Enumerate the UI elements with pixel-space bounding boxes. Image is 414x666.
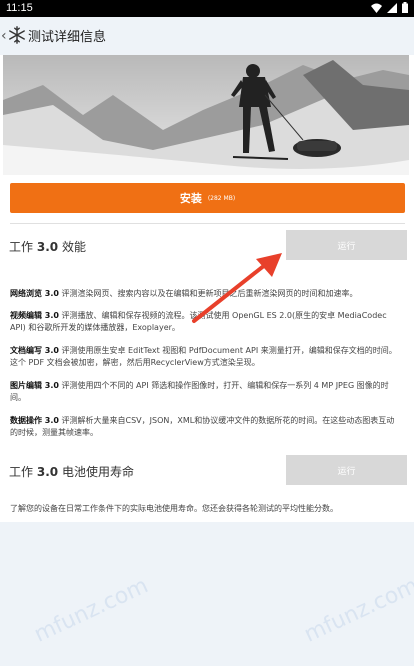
work-title-prefix: 工作 xyxy=(9,240,34,254)
work-item-data-name: 数据操作 3.0 xyxy=(10,416,59,425)
app-bar: ‹ 测试详细信息 xyxy=(0,17,414,55)
back-arrow-icon[interactable]: ‹ xyxy=(1,28,7,44)
work-item-writing-text: 评测使用原生安卓 EditText 视图和 PdfDocument API 来测… xyxy=(10,346,397,367)
work-run-label: 运行 xyxy=(337,241,356,252)
battery-section-title: 工作 3.0 电池使用寿命 xyxy=(9,463,134,480)
work-title-version: 3.0 xyxy=(36,240,59,254)
work-item-data-text: 评测解析大量来自CSV，JSON，XML和协议缓冲文件的数据所花的时间。在这些动… xyxy=(10,416,395,437)
work-section-title: 工作 3.0 效能 xyxy=(9,238,86,255)
divider xyxy=(10,223,405,224)
snowflake-app-icon xyxy=(9,26,25,44)
work-item-video-name: 视频编辑 3.0 xyxy=(10,311,59,320)
work-item-writing: 文档编写 3.0 评测使用原生安卓 EditText 视图和 PdfDocume… xyxy=(10,345,402,369)
battery-description: 了解您的设备在日常工作条件下的实际电池使用寿命。您还会获得各轮测试的平均性能分数… xyxy=(10,504,338,513)
install-size: (282 MB) xyxy=(207,194,236,202)
status-bar: 11:15 xyxy=(0,0,414,17)
work-run-button[interactable]: 运行 xyxy=(286,230,407,260)
work-item-writing-name: 文档编写 3.0 xyxy=(10,346,59,355)
install-button[interactable]: 安装 (282 MB) xyxy=(10,183,405,213)
work-title-suffix: 效能 xyxy=(61,240,86,254)
work-item-web-name: 网络浏览 3.0 xyxy=(10,289,59,298)
work-item-data: 数据操作 3.0 评测解析大量来自CSV，JSON，XML和协议缓冲文件的数据所… xyxy=(10,415,402,439)
status-time: 11:15 xyxy=(6,2,33,14)
signal-icon xyxy=(387,2,397,13)
install-label: 安装 xyxy=(179,192,202,205)
page-title: 测试详细信息 xyxy=(28,30,107,45)
watermark-right: mfunz.com xyxy=(300,573,414,648)
watermark-left: mfunz.com xyxy=(30,573,153,648)
battery-icon xyxy=(402,2,408,13)
status-icons xyxy=(371,2,408,13)
wifi-icon xyxy=(371,3,382,13)
battery-title-version: 3.0 xyxy=(36,465,59,479)
hero-image xyxy=(3,55,409,175)
battery-title-prefix: 工作 xyxy=(9,465,34,479)
battery-run-label: 运行 xyxy=(337,466,356,477)
work-item-photo-name: 图片编辑 3.0 xyxy=(10,381,59,390)
work-item-photo: 图片编辑 3.0 评测使用四个不同的 API 筛选和操作图像时，打开、编辑和保存… xyxy=(10,380,402,404)
battery-run-button[interactable]: 运行 xyxy=(286,455,407,485)
red-arrow-annotation xyxy=(192,253,282,323)
work-item-photo-text: 评测使用四个不同的 API 筛选和操作图像时，打开、编辑和保存一系列 4 MP … xyxy=(10,381,389,402)
battery-title-suffix: 电池使用寿命 xyxy=(61,465,134,479)
